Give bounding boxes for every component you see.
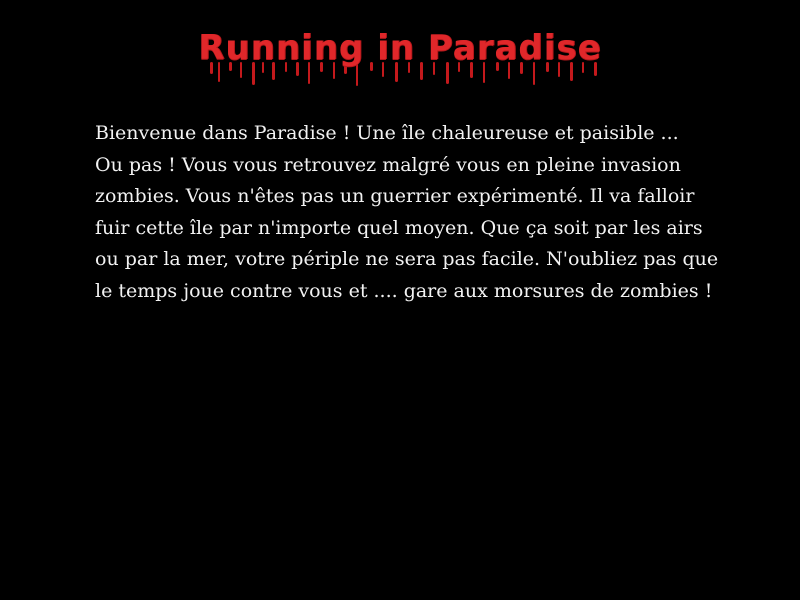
intro-line: ou par la mer, votre périple ne sera pas… bbox=[95, 248, 719, 270]
intro-line: zombies. Vous n'êtes pas un guerrier exp… bbox=[95, 185, 695, 207]
intro-text: Bienvenue dans Paradise ! Une île chaleu… bbox=[95, 118, 725, 307]
game-screen: Running in Paradise Bienvenue dans Parad… bbox=[0, 0, 800, 600]
title-text: Running in Paradise bbox=[198, 28, 602, 68]
intro-line: Bienvenue dans Paradise ! Une île chaleu… bbox=[95, 122, 679, 144]
intro-line: fuir cette île par n'importe quel moyen.… bbox=[95, 216, 703, 239]
game-title: Running in Paradise bbox=[0, 22, 800, 92]
intro-line: le temps joue contre vous et .... gare a… bbox=[95, 279, 713, 302]
intro-line: Ou pas ! Vous vous retrouvez malgré vous… bbox=[95, 153, 681, 176]
